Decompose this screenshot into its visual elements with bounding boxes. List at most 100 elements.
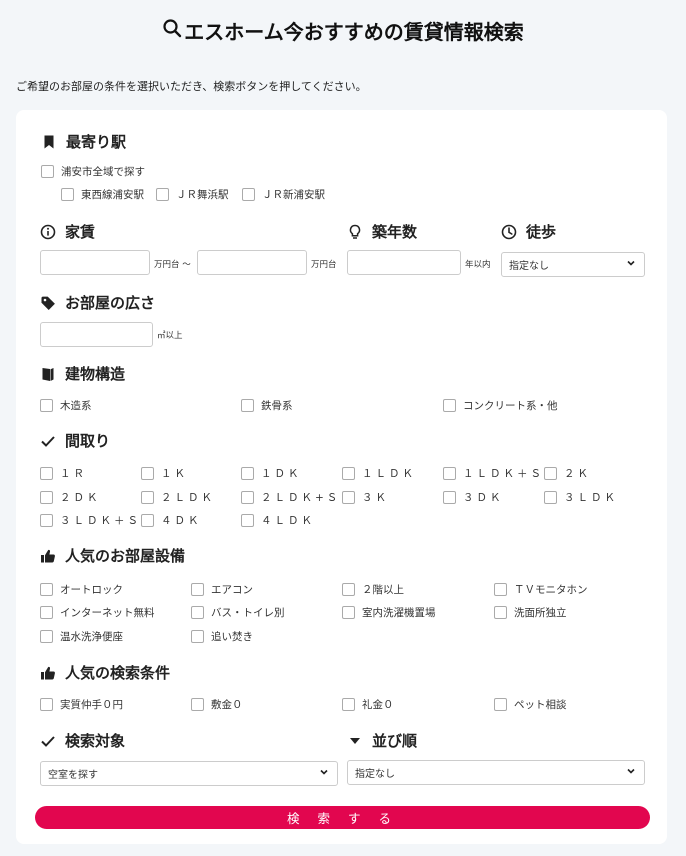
checkbox-station[interactable]: 東西線浦安駅 [61,187,144,202]
checkbox-box[interactable] [61,188,74,201]
checkbox-box[interactable] [241,514,254,527]
clock-icon [501,224,517,240]
checkbox-box[interactable] [40,698,53,711]
order-heading: 並び順 [347,730,417,751]
checkbox-layout[interactable]: ２ＬＤＫ [141,490,215,505]
age-input[interactable] [347,250,461,275]
walk-select[interactable]: 指定なし [501,252,645,277]
checkbox-box[interactable] [40,630,53,643]
checkbox-equipment[interactable]: 洗面所独立 [494,605,567,620]
age-unit: 年以内 [465,260,491,270]
checkbox-box[interactable] [141,514,154,527]
checkbox-box[interactable] [40,606,53,619]
tag-icon [40,295,56,311]
checkbox-box[interactable] [191,583,204,596]
checkbox-layout[interactable]: ３ＬＤＫ＋Ｓ [40,513,141,528]
checkbox-box[interactable] [241,399,254,412]
area-input[interactable] [40,322,153,347]
checkbox-layout[interactable]: ４ＬＤＫ [241,513,315,528]
checkbox-layout[interactable]: ２Ｋ [544,466,591,481]
checkbox-condition[interactable]: 礼金０ [342,697,394,712]
checkbox-box[interactable] [141,491,154,504]
info-icon [40,224,56,240]
checkbox-box[interactable] [156,188,169,201]
book-icon [40,366,56,382]
lightbulb-icon [347,224,363,240]
checkbox-box[interactable] [342,583,355,596]
checkbox-box[interactable] [40,491,53,504]
checkbox-box[interactable] [241,491,254,504]
checkbox-box[interactable] [191,606,204,619]
checkbox-layout[interactable]: １ＬＤＫ [342,466,416,481]
rent-max-input[interactable] [197,250,307,275]
search-form: 最寄り駅 浦安市全域で探す 東西線浦安駅 ＪＲ舞浜駅 ＪＲ新浦安駅 家賃 万円台… [16,110,667,844]
checkbox-equipment[interactable]: 追い焚き [191,629,253,644]
checkbox-box[interactable] [241,467,254,480]
area-heading: お部屋の広さ [40,292,155,313]
search-icon [162,18,182,43]
checkbox-equipment[interactable]: ＴＶモニタホン [494,582,588,597]
checkbox-structure[interactable]: 木造系 [40,398,92,413]
page-title: エスホーム今おすすめの賃貸情報検索 [0,14,686,46]
checkbox-condition[interactable]: ペット相談 [494,697,567,712]
checkbox-box[interactable] [342,698,355,711]
checkbox-station-all[interactable]: 浦安市全域で探す [41,164,145,179]
checkbox-layout[interactable]: ３ＬＤＫ [544,490,618,505]
target-select[interactable]: 空室を探す [40,761,338,786]
chevron-down-icon [626,258,636,271]
checkbox-box[interactable] [342,606,355,619]
checkbox-layout[interactable]: ３ＤＫ [443,490,504,505]
checkbox-station[interactable]: ＪＲ舞浜駅 [156,187,229,202]
checkbox-equipment[interactable]: バス・トイレ別 [191,605,285,620]
search-button[interactable]: 検 索 す る [35,806,650,829]
area-unit: ㎡以上 [157,331,183,341]
chevron-down-icon [626,766,636,779]
checkbox-box[interactable] [141,467,154,480]
checkbox-layout[interactable]: １ＤＫ [241,466,302,481]
checkbox-box[interactable] [443,491,456,504]
checkbox-layout[interactable]: ４ＤＫ [141,513,202,528]
chevron-down-icon [319,767,329,780]
checkbox-structure[interactable]: コンクリート系・他 [443,398,558,413]
checkbox-box[interactable] [494,698,507,711]
checkbox-box[interactable] [544,491,557,504]
checkbox-box[interactable] [544,467,557,480]
checkbox-box[interactable] [40,583,53,596]
rent-min-input[interactable] [40,250,150,275]
checkbox-equipment[interactable]: オートロック [40,582,123,597]
checkbox-equipment[interactable]: 温水洗浄便座 [40,629,123,644]
checkbox-box[interactable] [191,630,204,643]
checkbox-box[interactable] [242,188,255,201]
checkbox-equipment[interactable]: ２階以上 [342,582,404,597]
checkbox-equipment[interactable]: 室内洗濯機置場 [342,605,436,620]
bookmark-icon [41,134,57,150]
checkbox-equipment[interactable]: エアコン [191,582,253,597]
checkbox-layout[interactable]: ３Ｋ [342,490,389,505]
checkbox-box[interactable] [40,467,53,480]
checkbox-condition[interactable]: 実質仲手０円 [40,697,123,712]
order-select[interactable]: 指定なし [347,760,645,785]
checkbox-box[interactable] [41,165,54,178]
checkbox-layout[interactable]: ２ＬＤＫ+Ｓ [241,490,340,505]
checkbox-box[interactable] [191,698,204,711]
checkbox-station[interactable]: ＪＲ新浦安駅 [242,187,325,202]
checkbox-box[interactable] [443,399,456,412]
checkbox-box[interactable] [443,467,456,480]
checkbox-box[interactable] [40,514,53,527]
checkbox-box[interactable] [342,491,355,504]
equipment-heading: 人気のお部屋設備 [40,545,185,566]
checkbox-layout[interactable]: １ＬＤＫ＋Ｓ [443,466,544,481]
checkbox-box[interactable] [40,399,53,412]
checkbox-layout[interactable]: １Ｋ [141,466,188,481]
station-heading: 最寄り駅 [41,131,126,152]
intro-text: ご希望のお部屋の条件を選択いただき、検索ボタンを押してください。 [16,80,367,93]
checkbox-layout[interactable]: １Ｒ [40,466,87,481]
checkbox-box[interactable] [494,583,507,596]
checkbox-layout[interactable]: ２ＤＫ [40,490,101,505]
checkbox-structure[interactable]: 鉄骨系 [241,398,293,413]
target-heading: 検索対象 [40,730,125,751]
checkbox-box[interactable] [494,606,507,619]
checkbox-box[interactable] [342,467,355,480]
checkbox-condition[interactable]: 敷金０ [191,697,243,712]
checkbox-equipment[interactable]: インターネット無料 [40,605,155,620]
